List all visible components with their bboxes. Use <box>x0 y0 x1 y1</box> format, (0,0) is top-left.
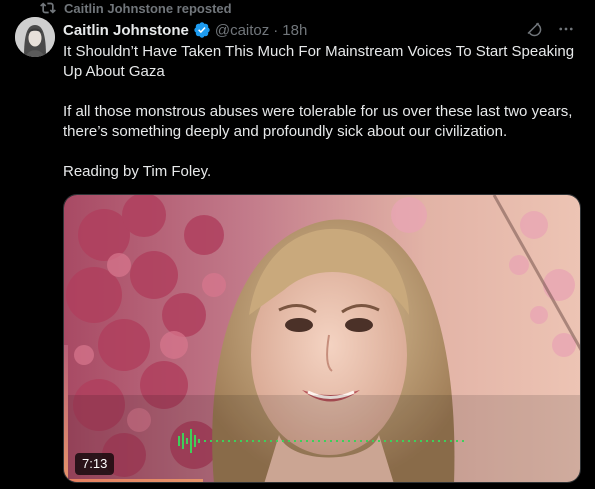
avatar[interactable] <box>15 17 55 57</box>
post-credit: Reading by Tim Foley. <box>63 163 212 180</box>
post-title-line: It Shouldn’t Have Taken This Much For Ma… <box>63 43 575 80</box>
grok-icon[interactable] <box>525 20 543 38</box>
repost-label: Caitlin Johnstone reposted <box>64 0 232 16</box>
post-body: It Shouldn’t Have Taken This Much For Ma… <box>63 42 578 182</box>
video-player[interactable]: 7:13 <box>63 194 581 483</box>
media-side-accent <box>64 345 68 480</box>
repost-icon <box>40 2 56 14</box>
post-header: Caitlin Johnstone @caitoz · 18h <box>63 20 583 40</box>
author-handle[interactable]: @caitoz <box>215 22 269 39</box>
video-thumbnail <box>64 195 580 482</box>
more-icon[interactable] <box>557 20 575 38</box>
video-duration: 7:13 <box>75 453 115 475</box>
author-name[interactable]: Caitlin Johnstone <box>63 22 189 39</box>
header-actions <box>525 20 575 38</box>
separator-dot: · <box>273 21 279 39</box>
video-progress-bar[interactable] <box>64 479 204 482</box>
post-timestamp[interactable]: 18h <box>282 22 307 39</box>
repost-indicator[interactable]: Caitlin Johnstone reposted <box>40 0 232 16</box>
verified-badge-icon <box>194 22 210 38</box>
post-paragraph: If all those monstrous abuses were toler… <box>63 103 573 140</box>
